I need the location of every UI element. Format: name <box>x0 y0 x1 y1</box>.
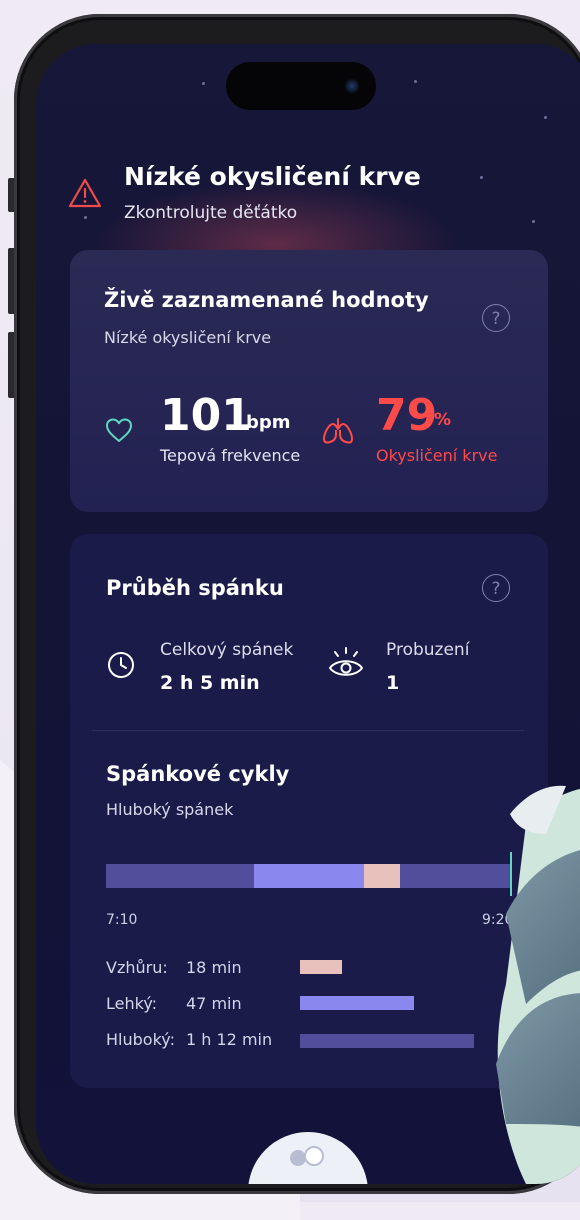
timeline-start-time: 7:10 <box>106 912 138 928</box>
total-sleep-label: Celkový spánek <box>160 640 294 660</box>
total-sleep-value: 2 h 5 min <box>160 672 260 694</box>
legend-light-label: Lehký: <box>106 994 158 1013</box>
star <box>480 176 483 179</box>
sock-device-image <box>496 785 580 1184</box>
star <box>202 82 205 85</box>
legend-awake-value: 18 min <box>186 958 242 977</box>
alert-subtitle: Zkontrolujte děťátko <box>124 203 298 223</box>
sleep-cycles-subtitle: Hluboký spánek <box>106 800 234 819</box>
sleep-card-title: Průběh spánku <box>106 576 284 600</box>
mute-switch <box>8 178 14 212</box>
heart-rate-value: 101 <box>160 390 252 441</box>
timeline-segment-awake <box>364 864 400 888</box>
warning-triangle-icon <box>68 178 102 208</box>
live-card-title: Živě zaznamenané hodnoty <box>104 288 429 312</box>
star <box>414 80 417 83</box>
dynamic-island <box>226 62 376 110</box>
wakeups-value: 1 <box>386 672 400 694</box>
eye-icon <box>329 647 363 676</box>
heart-rate-label: Tepová frekvence <box>160 446 301 465</box>
volume-up-button <box>8 248 14 314</box>
star <box>544 116 547 119</box>
legend-light-value: 47 min <box>186 994 242 1013</box>
legend-light-bar <box>300 996 414 1010</box>
divider <box>92 730 524 731</box>
volume-down-button <box>8 332 14 398</box>
legend-deep-label: Hluboký: <box>106 1030 175 1049</box>
oxygen-value: 79 <box>376 390 438 441</box>
legend-awake-bar <box>300 960 342 974</box>
alert-title: Nízké okysličení krve <box>124 162 421 191</box>
lungs-icon <box>323 418 353 444</box>
heart-rate-unit: bpm <box>246 412 291 433</box>
wakeups-label: Probuzení <box>386 640 470 660</box>
legend-awake-label: Vzhůru: <box>106 958 168 977</box>
timeline-segment-light <box>254 864 364 888</box>
clock-icon <box>108 652 134 678</box>
app-screen: Nízké okysličení krve Zkontrolujte děťát… <box>36 44 580 1184</box>
timeline-segment-deep <box>106 864 254 888</box>
star <box>84 216 87 219</box>
help-icon[interactable]: ? <box>482 304 510 332</box>
help-icon[interactable]: ? <box>482 574 510 602</box>
legend-deep-bar <box>300 1034 474 1048</box>
sleep-cycles-title: Spánkové cykly <box>106 762 290 786</box>
star <box>532 220 535 223</box>
oxygen-label: Okysličení krve <box>376 446 498 465</box>
heart-icon <box>106 418 132 442</box>
camera-icon <box>344 78 360 94</box>
legend-deep-value: 1 h 12 min <box>186 1030 273 1049</box>
app-logo-icon <box>290 1146 324 1166</box>
oxygen-unit: % <box>434 410 452 430</box>
live-card-subtitle: Nízké okysličení krve <box>104 328 272 347</box>
